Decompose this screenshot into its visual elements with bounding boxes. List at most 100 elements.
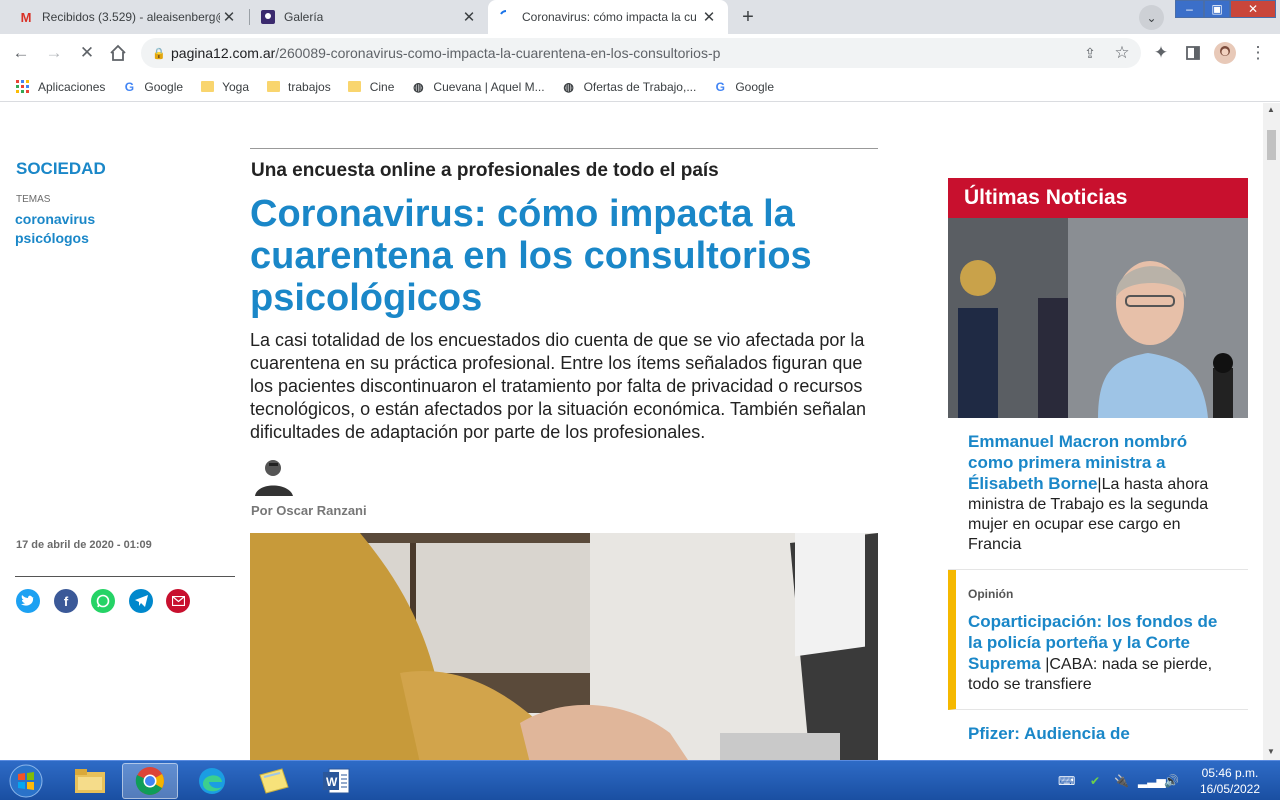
keyboard-icon[interactable]: ⌨ [1058,761,1075,801]
sync-icon[interactable]: ✔ [1090,761,1100,801]
latest-news-heading: Últimas Noticias [948,178,1248,218]
back-icon[interactable]: ← [9,41,33,65]
power-icon[interactable]: 🔌 [1114,761,1129,801]
author-byline[interactable]: Por Oscar Ranzani [251,503,367,518]
url-host: pagina12.com.ar [171,45,276,61]
file-explorer-icon[interactable] [62,763,118,799]
news-image[interactable] [948,218,1248,418]
tab-galeria[interactable]: Galería ✕ [250,0,488,34]
tab-coronavirus[interactable]: Coronavirus: cómo impacta la cu ✕ [488,0,728,34]
loading-icon [498,9,514,25]
tema-link-psicologos[interactable]: psicólogos [15,230,89,246]
chrome-icon[interactable] [122,763,178,799]
article-title: Coronavirus: cómo impacta la cuarentena … [250,193,812,319]
whatsapp-icon[interactable] [91,589,115,613]
bookmark-cuevana[interactable]: ◍ Cuevana | Aquel M... [410,79,544,95]
globe-icon: ◍ [413,79,424,94]
new-tab-button[interactable]: + [735,5,761,29]
browser-toolbar: ← → ✕ 🔒 pagina12.com.ar /260089-coronavi… [0,34,1280,72]
home-icon[interactable] [106,41,130,65]
menu-icon[interactable]: ⋮ [1246,41,1270,65]
news-item-opinion[interactable]: Opinión Coparticipación: los fondos de l… [948,570,1248,710]
clock-date: 16/05/2022 [1199,782,1261,796]
stop-icon[interactable]: ✕ [75,41,99,65]
bookmark-label: Google [144,79,184,94]
bookmark-label: trabajos [288,79,331,94]
close-icon[interactable]: ✕ [220,8,238,26]
telegram-icon[interactable] [129,589,153,613]
tab-gmail[interactable]: M Recibidos (3.529) - aleaisenberg@ ✕ [8,0,248,34]
bookmarks-bar: Aplicaciones G Google Yoga trabajos Cine… [0,72,1280,102]
tab-strip: M Recibidos (3.529) - aleaisenberg@ ✕ Ga… [0,0,1280,34]
latest-news-sidebar: Últimas Noticias Emmanuel Macron nombró … [948,178,1248,759]
section-label[interactable]: SOCIEDAD [16,159,106,179]
minimize-button[interactable]: – [1175,0,1204,18]
edge-icon[interactable] [184,763,240,799]
google-icon: G [124,79,135,94]
article-kicker: Una encuesta online a profesionales de t… [251,160,719,181]
extensions-icon[interactable]: ✦ [1149,41,1173,65]
news-kicker: Opinión [968,587,1014,601]
tab-title: Recibidos (3.529) - aleaisenberg@ [42,10,220,24]
bookmark-yoga[interactable]: Yoga [199,79,249,95]
bookmark-apps[interactable]: Aplicaciones [15,79,105,95]
article-hero-image [250,466,878,760]
gallery-icon [260,9,276,25]
close-icon[interactable]: ✕ [700,8,718,26]
page-scrollbar[interactable]: ▲ ▼ [1263,103,1280,760]
tema-link-coronavirus[interactable]: coronavirus [15,211,95,227]
bookmark-label: Cuevana | Aquel M... [433,79,545,94]
news-item[interactable]: Emmanuel Macron nombró como primera mini… [948,418,1248,570]
windows-taskbar: W ⌨ ✔ 🔌 ▂▃▅ 🔊 05:46 p.m. 16/05/2022 [0,760,1280,800]
profile-avatar[interactable] [1213,41,1237,65]
folder-icon [347,79,363,95]
word-icon[interactable]: W [308,763,364,799]
bookmark-label: Google [735,79,775,94]
news-item[interactable]: Pfizer: Audiencia de [948,710,1248,759]
scroll-down-arrow-icon[interactable]: ▼ [1267,747,1275,756]
address-bar[interactable]: 🔒 pagina12.com.ar /260089-coronavirus-co… [141,38,1141,68]
news-title[interactable]: Pfizer: Audiencia de [968,724,1130,743]
article-lead: La casi totalidad de los encuestados dio… [250,330,867,442]
folder-icon [199,79,215,95]
author-photo[interactable] [251,456,301,496]
side-panel-icon[interactable] [1181,41,1205,65]
bookmark-label: Ofertas de Trabajo,... [583,79,697,94]
scroll-up-arrow-icon[interactable]: ▲ [1267,105,1275,114]
svg-text:W: W [326,775,338,789]
bookmark-label: Cine [369,79,395,94]
twitter-icon[interactable] [16,589,40,613]
share-icon[interactable]: ⇪ [1078,41,1102,65]
gmail-icon: M [20,9,32,25]
window-close-button[interactable]: ✕ [1230,0,1276,18]
notes-icon[interactable] [246,763,302,799]
network-signal-icon[interactable]: ▂▃▅ [1138,761,1166,801]
publish-date: 17 de abril de 2020 - 01:09 [16,539,152,551]
bookmark-trabajos[interactable]: trabajos [265,79,331,95]
close-icon[interactable]: ✕ [460,8,478,26]
tab-title: Coronavirus: cómo impacta la cu [522,10,697,24]
temas-label: TEMAS [16,194,51,205]
page-content: SOCIEDAD TEMAS coronavirus psicólogos 17… [0,103,1263,760]
folder-icon [265,79,281,95]
divider [15,576,235,577]
email-icon[interactable] [166,589,190,613]
apps-grid-icon [15,79,31,95]
facebook-icon[interactable]: f [54,589,78,613]
bookmark-label: Aplicaciones [38,79,106,94]
tab-search-button[interactable]: ⌄ [1139,5,1164,30]
bookmark-label: Yoga [222,79,250,94]
scrollbar-thumb[interactable] [1267,130,1276,160]
bookmark-star-icon[interactable]: ☆ [1110,41,1134,65]
forward-icon[interactable]: → [42,41,66,65]
maximize-button[interactable]: ▣ [1204,0,1230,18]
bookmark-cine[interactable]: Cine [347,79,395,95]
bookmark-ofertas[interactable]: ◍ Ofertas de Trabajo,... [561,79,697,95]
divider [250,148,878,149]
bookmark-google[interactable]: G Google [121,79,183,95]
start-button[interactable] [2,763,50,799]
globe-icon: ◍ [563,79,574,94]
volume-icon[interactable]: 🔊 [1164,761,1179,801]
system-clock[interactable]: 05:46 p.m. 16/05/2022 [1190,765,1270,797]
bookmark-google-2[interactable]: G Google [712,79,774,95]
